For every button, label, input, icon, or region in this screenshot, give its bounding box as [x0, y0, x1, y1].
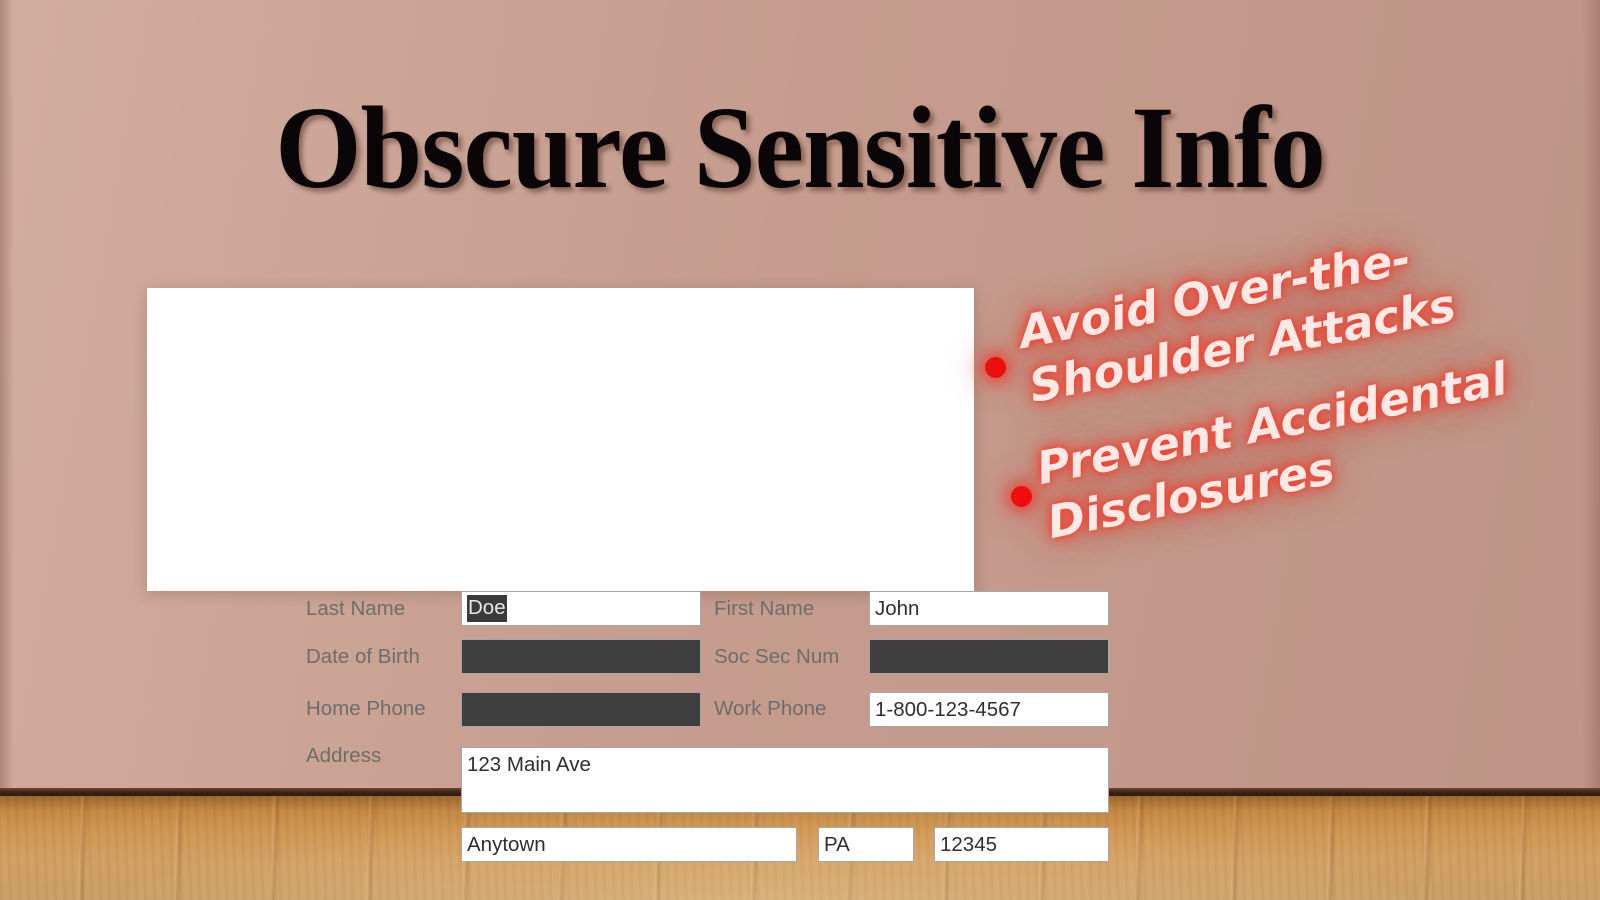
label-soc-sec-num: Soc Sec Num: [714, 645, 840, 668]
input-soc-sec-num-redacted[interactable]: [869, 639, 1109, 674]
page-title: Obscure Sensitive Info: [275, 82, 1326, 213]
label-date-of-birth: Date of Birth: [306, 645, 420, 668]
label-address: Address: [306, 744, 382, 767]
input-address-state[interactable]: PA: [818, 827, 914, 862]
input-work-phone[interactable]: 1-800-123-4567: [869, 692, 1109, 727]
input-address-street[interactable]: 123 Main Ave: [461, 747, 1109, 813]
input-home-phone-redacted[interactable]: [461, 692, 701, 727]
input-last-name-value: Doe: [467, 595, 507, 622]
callout-bullet-list: Avoid Over-the- Shoulder Attacks Prevent…: [985, 231, 1545, 572]
input-last-name[interactable]: Doe: [461, 591, 701, 626]
sensitive-info-form-card: Last Name Doe First Name John Date of Bi…: [147, 288, 1109, 862]
bullet-dot-icon: [1011, 486, 1032, 507]
bullet-dot-icon: [985, 357, 1006, 378]
input-address-zip[interactable]: 12345: [934, 827, 1109, 862]
input-first-name[interactable]: John: [869, 591, 1109, 626]
label-first-name: First Name: [714, 597, 815, 620]
input-address-city[interactable]: Anytown: [461, 827, 797, 862]
slide-canvas: Obscure Sensitive Info Last Name Doe Fir…: [0, 0, 1600, 900]
label-last-name: Last Name: [306, 597, 406, 620]
label-home-phone: Home Phone: [306, 697, 426, 720]
label-work-phone: Work Phone: [714, 697, 827, 720]
input-date-of-birth-redacted[interactable]: [461, 639, 701, 674]
